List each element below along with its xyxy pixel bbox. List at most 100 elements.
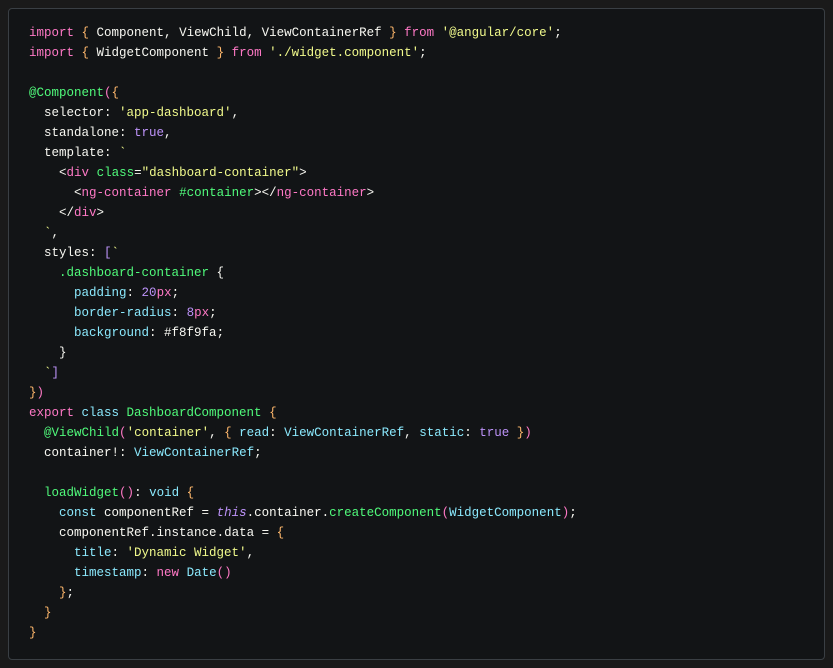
code-token [127,446,135,460]
code-line[interactable]: loadWidget(): void { [29,486,194,500]
code-token: , [164,26,179,40]
code-line[interactable]: @Component({ [29,86,119,100]
code-token [29,486,44,500]
code-token: } [209,46,224,60]
code-line[interactable]: `] [29,366,59,380]
code-editor-panel[interactable]: import { Component, ViewChild, ViewConta… [8,8,825,660]
code-token: WidgetComponent [449,506,562,520]
code-token: Component [97,26,165,40]
code-token: void [149,486,179,500]
code-token: { [179,486,194,500]
code-token: } [382,26,397,40]
code-token: = [134,166,142,180]
code-token: instance [157,526,217,540]
code-token: createComponent [329,506,442,520]
code-token: true [134,126,164,140]
code-token: !: [112,446,127,460]
code-line[interactable]: import { WidgetComponent } from './widge… [29,46,427,60]
code-token [29,586,59,600]
code-line[interactable]: container!: ViewContainerRef; [29,446,262,460]
code-token: selector [29,106,104,120]
code-token: : [127,286,142,300]
code-line[interactable]: selector: 'app-dashboard', [29,106,239,120]
code-line[interactable]: background: #f8f9fa; [29,326,224,340]
code-token: , [164,126,172,140]
code-line[interactable]: padding: 20px; [29,286,179,300]
code-token: static [419,426,464,440]
code-token: px [194,306,209,320]
code-token: ; [569,506,577,520]
code-token: ( [119,426,127,440]
code-line[interactable]: <div class="dashboard-container"> [29,166,307,180]
code-token: , [404,426,419,440]
code-token: > [367,186,375,200]
code-content[interactable]: import { Component, ViewChild, ViewConta… [29,23,804,643]
code-token: standalone [29,126,119,140]
code-token: container [254,506,322,520]
code-line[interactable]: border-radius: 8px; [29,306,217,320]
code-line[interactable]: <ng-container #container></ng-container> [29,186,374,200]
code-token: , [247,546,255,560]
code-line[interactable]: }) [29,386,44,400]
code-line[interactable]: } [29,606,52,620]
code-token: } [29,386,37,400]
code-token: > [299,166,307,180]
code-token: } [44,606,52,620]
code-token: loadWidget [44,486,119,500]
code-token: : [269,426,284,440]
code-token: ` [119,146,127,160]
code-token: ; [217,326,225,340]
code-token: } [509,426,524,440]
code-token: export [29,406,82,420]
code-token: Component [37,86,105,100]
code-line[interactable]: `, [29,226,59,240]
code-token [29,306,74,320]
code-token: ) [224,566,232,580]
code-token: '@angular/core' [442,26,555,40]
code-token: @ [29,86,37,100]
code-token: padding [74,286,127,300]
code-line[interactable]: export class DashboardComponent { [29,406,277,420]
code-token: Date [187,566,217,580]
code-line[interactable] [29,66,37,80]
code-token: data [224,526,254,540]
code-line[interactable]: } [29,626,37,640]
code-token: < [59,166,67,180]
code-token: [ [104,246,112,260]
code-line[interactable]: </div> [29,206,104,220]
code-token: { [209,266,224,280]
code-token [89,166,97,180]
code-line[interactable]: }; [29,586,74,600]
code-token [29,186,74,200]
code-token: > [97,206,105,220]
code-token: componentRef [104,506,194,520]
code-token: true [479,426,509,440]
code-line[interactable]: @ViewChild('container', { read: ViewCont… [29,426,532,440]
code-line[interactable]: import { Component, ViewChild, ViewConta… [29,26,562,40]
code-line[interactable]: standalone: true, [29,126,172,140]
code-token: ViewChild [52,426,120,440]
code-token: ; [209,306,217,320]
code-line[interactable]: } [29,346,67,360]
code-line[interactable]: componentRef.instance.data = { [29,526,284,540]
code-line[interactable]: .dashboard-container { [29,266,224,280]
code-token: import [29,46,82,60]
code-token: : [134,486,149,500]
code-token: 20 [142,286,157,300]
code-line[interactable]: timestamp: new Date() [29,566,232,580]
code-token [29,266,59,280]
code-line[interactable] [29,466,37,480]
code-line[interactable]: title: 'Dynamic Widget', [29,546,254,560]
code-token: background [74,326,149,340]
code-line[interactable]: const componentRef = this.container.crea… [29,506,577,520]
code-line[interactable]: template: ` [29,146,127,160]
code-line[interactable]: styles: [` [29,246,119,260]
code-token: 'container' [127,426,210,440]
code-token [29,166,59,180]
code-token: ` [29,366,52,380]
code-token: title [29,546,112,560]
code-token: : [112,546,127,560]
code-token: from [397,26,442,40]
code-token: ; [254,446,262,460]
code-token: ng-container [82,186,172,200]
